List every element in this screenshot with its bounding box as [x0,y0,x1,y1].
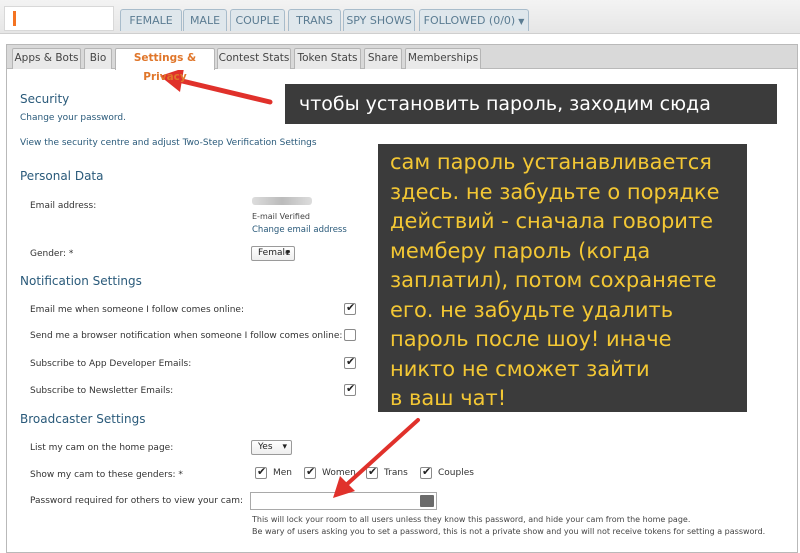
arrow-to-password-field [333,418,420,498]
annotation-arrows [160,68,420,498]
tab-settings-privacy[interactable]: Settings & Privacy [115,48,215,83]
